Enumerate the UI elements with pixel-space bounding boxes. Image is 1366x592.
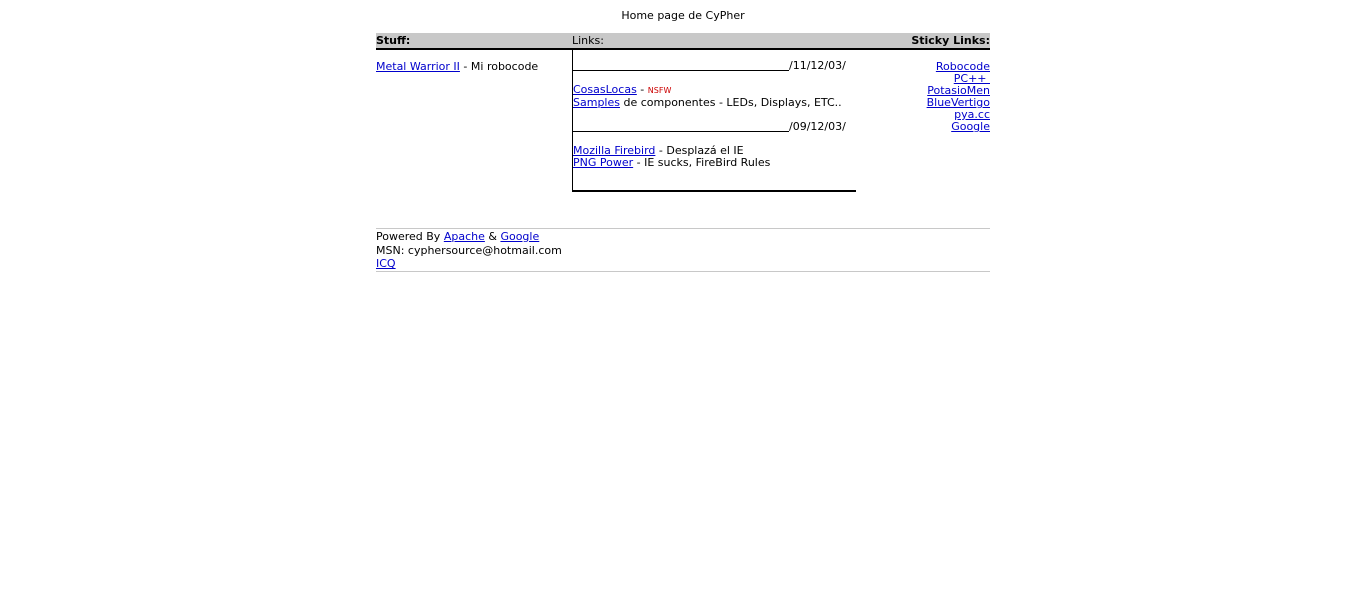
- samples-desc: de componentes - LEDs, Displays, ETC..: [619, 96, 842, 109]
- footer: Powered By Apache & Google MSN: cypherso…: [376, 228, 990, 272]
- date-rule: [573, 60, 789, 71]
- msn-contact: MSN: cyphersource@hotmail.com: [376, 243, 562, 257]
- png-power-link[interactable]: PNG Power: [573, 156, 633, 169]
- date-rule: [573, 121, 789, 132]
- date-label-2: /09/12/03/: [789, 120, 846, 133]
- samples-link[interactable]: Samples: [573, 96, 620, 109]
- links-header: Links:: [572, 34, 604, 47]
- sticky-links-header: Sticky Links:: [911, 34, 990, 47]
- date-separator-1: /11/12/03/: [573, 60, 856, 72]
- cosaslocas-sep: -: [636, 83, 648, 96]
- list-item: Samples de componentes - LEDs, Displays,…: [573, 97, 856, 109]
- list-item: PNG Power - IE sucks, FireBird Rules: [573, 157, 856, 169]
- google-link[interactable]: Google: [500, 230, 539, 243]
- stuff-header: Stuff:: [376, 34, 411, 47]
- metal-warrior-desc: - Mi robocode: [459, 60, 539, 73]
- links-column: /11/12/03/ CosasLocas - NSFW Samples de …: [572, 50, 856, 192]
- date-label-1: /11/12/03/: [789, 59, 846, 72]
- powered-by-line: Powered By Apache & Google: [376, 230, 990, 244]
- column-header-bar: Stuff: Links: Sticky Links:: [376, 33, 990, 50]
- metal-warrior-link[interactable]: Metal Warrior II: [376, 60, 460, 73]
- nsfw-badge: NSFW: [647, 86, 672, 95]
- apache-link[interactable]: Apache: [444, 230, 485, 243]
- page-title: Home page de CyPher: [621, 9, 745, 22]
- date-separator-2: /09/12/03/: [573, 121, 856, 133]
- sticky-link-google[interactable]: Google: [870, 121, 990, 133]
- stuff-column: Metal Warrior II - Mi robocode: [376, 60, 566, 74]
- icq-link[interactable]: ICQ: [376, 257, 396, 270]
- cosaslocas-link[interactable]: CosasLocas: [573, 83, 637, 96]
- sticky-links-column: Robocode PC++ PotasioMen BlueVertigo pya…: [870, 61, 990, 133]
- png-power-desc: - IE sucks, FireBird Rules: [633, 156, 771, 169]
- powered-by-label: Powered By: [376, 230, 444, 243]
- ampersand: &: [484, 230, 501, 243]
